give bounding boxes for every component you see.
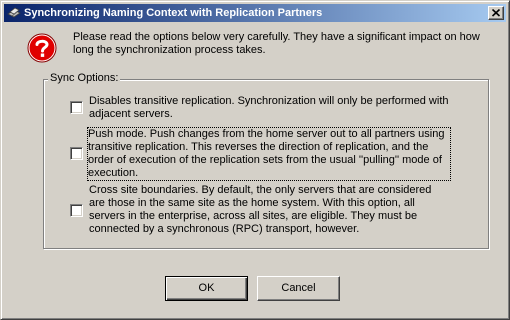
cross-site-label[interactable]: Cross site boundaries. By default, the o… [89, 184, 449, 236]
sync-options-label: Sync Options: [48, 72, 121, 85]
disable-transitive-label[interactable]: Disables transitive replication. Synchro… [89, 95, 449, 121]
intro-text: Please read the options below very caref… [73, 31, 480, 56]
title-bar[interactable]: Synchronizing Naming Context with Replic… [4, 4, 506, 22]
close-button[interactable] [488, 6, 504, 20]
window-title: Synchronizing Naming Context with Replic… [24, 7, 323, 19]
disable-transitive-checkbox[interactable] [70, 101, 83, 114]
push-mode-checkbox[interactable] [70, 147, 83, 160]
cross-site-checkbox[interactable] [70, 204, 83, 217]
dialog-window: Synchronizing Naming Context with Replic… [0, 0, 510, 320]
cancel-button[interactable]: Cancel [257, 276, 340, 301]
question-icon [26, 32, 58, 64]
replication-app-icon [7, 6, 21, 20]
ok-button[interactable]: OK [165, 276, 248, 301]
push-mode-label[interactable]: Push mode. Push changes from the home se… [87, 127, 451, 181]
close-icon [492, 9, 501, 17]
